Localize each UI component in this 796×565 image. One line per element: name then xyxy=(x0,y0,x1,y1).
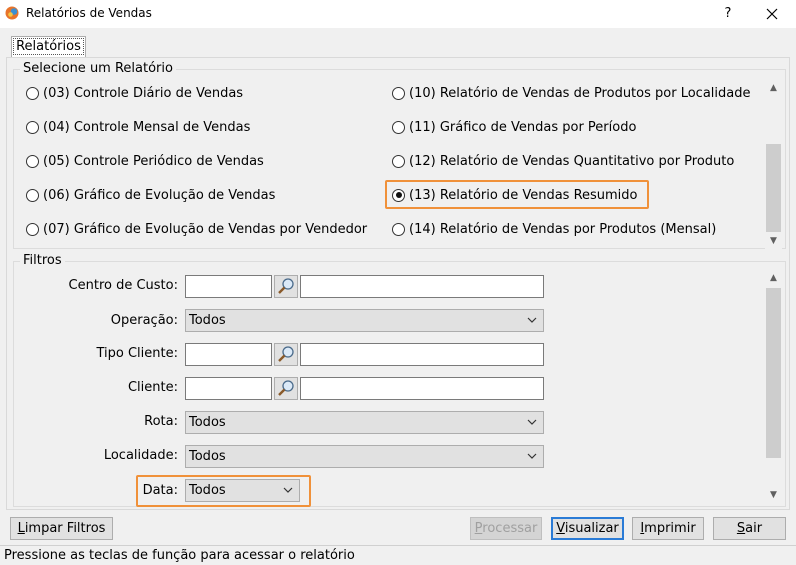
tab-label: Relatórios xyxy=(13,38,84,55)
status-text: Pressione as teclas de função para acess… xyxy=(4,548,355,563)
radio-report-05[interactable]: (05) Controle Periódico de Vendas xyxy=(26,151,264,171)
radio-label: (12) Relatório de Vendas Quantitativo po… xyxy=(409,153,735,169)
status-bar: Pressione as teclas de função para acess… xyxy=(0,545,796,565)
filters-group-legend: Filtros xyxy=(20,253,65,268)
chevron-down-icon xyxy=(527,317,537,323)
window-title: Relatórios de Vendas xyxy=(26,6,152,20)
localidade-select[interactable]: Todos xyxy=(185,445,544,468)
radio-label: (05) Controle Periódico de Vendas xyxy=(43,153,264,169)
radio-report-12[interactable]: (12) Relatório de Vendas Quantitativo po… xyxy=(392,151,734,171)
operacao-value: Todos xyxy=(189,313,226,328)
help-button[interactable]: ? xyxy=(716,3,740,25)
radio-report-06[interactable]: (06) Gráfico de Evolução de Vendas xyxy=(26,185,275,205)
close-icon xyxy=(766,8,778,20)
data-value: Todos xyxy=(189,483,226,498)
radio-circle[interactable] xyxy=(26,154,39,168)
button-label: air xyxy=(745,521,763,536)
app-logo-icon xyxy=(5,6,19,20)
search-icon xyxy=(278,278,294,294)
radio-circle[interactable] xyxy=(392,120,405,134)
radio-circle[interactable] xyxy=(26,120,39,134)
button-label: impar Filtros xyxy=(24,521,106,536)
radio-label: (11) Gráfico de Vendas por Período xyxy=(409,119,637,135)
centro-custo-search-button[interactable] xyxy=(274,275,298,298)
processar-button[interactable]: Processar xyxy=(470,517,542,540)
close-button[interactable] xyxy=(758,3,786,25)
tipo-cliente-search-button[interactable] xyxy=(274,343,298,366)
operacao-label: Operação: xyxy=(110,313,178,328)
radio-circle[interactable] xyxy=(392,86,405,100)
mnemonic: V xyxy=(556,521,565,536)
sair-button[interactable]: Sair xyxy=(713,517,786,540)
radio-label: (10) Relatório de Vendas de Produtos por… xyxy=(409,85,751,101)
radio-report-07[interactable]: (07) Gráfico de Evolução de Vendas por V… xyxy=(26,219,367,239)
radio-report-10[interactable]: (10) Relatório de Vendas de Produtos por… xyxy=(392,83,750,103)
rota-select[interactable]: Todos xyxy=(185,411,544,434)
centro-custo-code-input[interactable] xyxy=(185,275,272,298)
centro-custo-description-input[interactable] xyxy=(300,275,544,298)
radio-circle[interactable] xyxy=(392,154,405,168)
radio-label: (03) Controle Diário de Vendas xyxy=(43,85,244,101)
report-group-legend: Selecione um Relatório xyxy=(20,61,176,76)
radio-label: (14) Relatório de Vendas por Produtos (M… xyxy=(409,221,717,237)
scroll-down-icon[interactable]: ▼ xyxy=(765,487,782,504)
tab-relatorios[interactable]: Relatórios xyxy=(11,36,86,58)
report-scrollbar[interactable]: ▲ ▼ xyxy=(765,80,782,250)
rota-value: Todos xyxy=(189,415,226,430)
visualizar-button[interactable]: Visualizar xyxy=(551,517,624,540)
chevron-down-icon xyxy=(527,453,537,459)
localidade-label: Localidade: xyxy=(103,448,178,463)
button-label: rocessar xyxy=(482,521,538,536)
mnemonic: L xyxy=(17,521,25,536)
imprimir-button[interactable]: Imprimir xyxy=(632,517,704,540)
radio-label: (07) Gráfico de Evolução de Vendas por V… xyxy=(43,221,368,237)
button-label: isualizar xyxy=(564,521,619,536)
search-icon xyxy=(278,380,294,396)
radio-report-04[interactable]: (04) Controle Mensal de Vendas xyxy=(26,117,250,137)
radio-report-11[interactable]: (11) Gráfico de Vendas por Período xyxy=(392,117,636,137)
chevron-down-icon xyxy=(527,419,537,425)
radio-report-03[interactable]: (03) Controle Diário de Vendas xyxy=(26,83,243,103)
radio-label: (04) Controle Mensal de Vendas xyxy=(43,119,251,135)
button-label: mprimir xyxy=(644,521,696,536)
scroll-up-icon[interactable]: ▲ xyxy=(765,80,782,97)
rota-label: Rota: xyxy=(144,414,178,429)
filters-scrollbar[interactable]: ▲ ▼ xyxy=(765,270,782,505)
tipo-cliente-label: Tipo Cliente: xyxy=(96,346,178,361)
scrollbar-thumb[interactable] xyxy=(766,288,781,458)
radio-report-14[interactable]: (14) Relatório de Vendas por Produtos (M… xyxy=(392,219,716,239)
centro-custo-label: Centro de Custo: xyxy=(68,278,178,293)
scroll-up-icon[interactable]: ▲ xyxy=(765,270,782,287)
cliente-description-input[interactable] xyxy=(300,377,544,400)
data-select[interactable]: Todos xyxy=(185,479,300,502)
radio-circle[interactable] xyxy=(26,86,39,100)
cliente-label: Cliente: xyxy=(127,380,178,395)
radio-circle[interactable] xyxy=(26,222,39,236)
radio-circle[interactable] xyxy=(26,188,39,202)
cliente-search-button[interactable] xyxy=(274,377,298,400)
localidade-value: Todos xyxy=(189,449,226,464)
selected-report-highlight xyxy=(385,180,649,209)
tipo-cliente-description-input[interactable] xyxy=(300,343,544,366)
radio-circle[interactable] xyxy=(392,222,405,236)
operacao-select[interactable]: Todos xyxy=(185,309,544,332)
tipo-cliente-code-input[interactable] xyxy=(185,343,272,366)
radio-label: (06) Gráfico de Evolução de Vendas xyxy=(43,187,276,203)
chevron-down-icon xyxy=(283,487,293,493)
scrollbar-thumb[interactable] xyxy=(766,144,781,232)
scroll-down-icon[interactable]: ▼ xyxy=(765,233,782,250)
limpar-filtros-button[interactable]: Limpar Filtros xyxy=(10,517,113,540)
title-bar: Relatórios de Vendas ? xyxy=(0,0,796,28)
cliente-code-input[interactable] xyxy=(185,377,272,400)
search-icon xyxy=(278,346,294,362)
data-label: Data: xyxy=(142,483,178,498)
mnemonic: S xyxy=(736,521,746,536)
